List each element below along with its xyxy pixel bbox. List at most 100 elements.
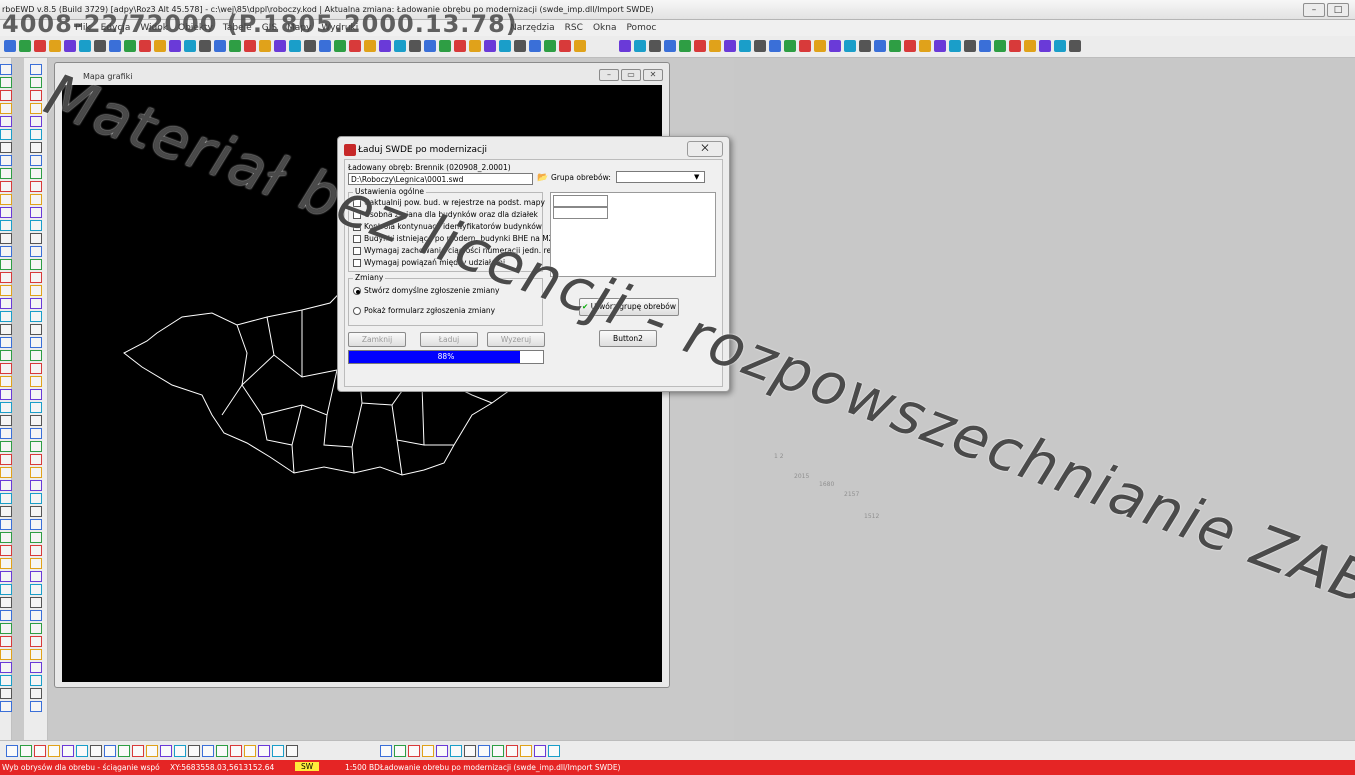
file-path-input[interactable]: D:\Roboczy\Legnica\0001.swd	[348, 173, 533, 185]
side-tool-icon[interactable]	[0, 103, 12, 114]
checkbox-row-2[interactable]: Kontrola kontynuacji identyfikatorów bud…	[353, 222, 542, 231]
toolbar-tool-icon[interactable]	[34, 40, 46, 52]
side-tool-icon[interactable]	[0, 675, 12, 686]
side-tool-icon[interactable]	[30, 272, 42, 283]
side-tool-icon[interactable]	[30, 610, 42, 621]
bottom-tool-icon[interactable]	[34, 745, 46, 757]
toolbar-tool-icon[interactable]	[109, 40, 121, 52]
bottom-tool-icon[interactable]	[450, 745, 462, 757]
toolbar-tool-icon[interactable]	[19, 40, 31, 52]
checkbox-row-0[interactable]: Uaktualnij pow. bud. w rejestrze na pods…	[353, 198, 545, 207]
toolbar-tool-icon[interactable]	[4, 40, 16, 52]
side-tool-icon[interactable]	[30, 480, 42, 491]
side-tool-icon[interactable]	[0, 597, 12, 608]
bottom-tool-icon[interactable]	[62, 745, 74, 757]
side-tool-icon[interactable]	[0, 480, 12, 491]
radio-show-form[interactable]: Pokaż formularz zgłoszenia zmiany	[353, 306, 495, 315]
toolbar-tool-icon[interactable]	[664, 40, 676, 52]
side-tool-icon[interactable]	[0, 558, 12, 569]
checkbox-row-5[interactable]: Wymagaj powiązań między udziałami	[353, 258, 505, 267]
close-button[interactable]: Zamknij	[348, 332, 406, 347]
side-tool-icon[interactable]	[30, 376, 42, 387]
right-map-area[interactable]: 1 2 2015 1680 2157 1512	[734, 58, 1355, 740]
toolbar-tool-icon[interactable]	[784, 40, 796, 52]
toolbar-tool-icon[interactable]	[454, 40, 466, 52]
bottom-tool-icon[interactable]	[478, 745, 490, 757]
load-button[interactable]: Ładuj	[420, 332, 478, 347]
side-tool-icon[interactable]	[30, 233, 42, 244]
bottom-tool-icon[interactable]	[6, 745, 18, 757]
toolbar-tool-icon[interactable]	[574, 40, 586, 52]
bottom-tool-icon[interactable]	[286, 745, 298, 757]
side-tool-icon[interactable]	[0, 376, 12, 387]
side-tool-icon[interactable]	[30, 467, 42, 478]
toolbar-tool-icon[interactable]	[334, 40, 346, 52]
side-tool-icon[interactable]	[30, 428, 42, 439]
toolbar-tool-icon[interactable]	[739, 40, 751, 52]
toolbar-tool-icon[interactable]	[814, 40, 826, 52]
toolbar-tool-icon[interactable]	[319, 40, 331, 52]
toolbar-tool-icon[interactable]	[439, 40, 451, 52]
bottom-tool-icon[interactable]	[506, 745, 518, 757]
side-tool-icon[interactable]	[0, 415, 12, 426]
bottom-tool-icon[interactable]	[394, 745, 406, 757]
side-tool-icon[interactable]	[0, 168, 12, 179]
side-tool-icon[interactable]	[30, 194, 42, 205]
side-tool-icon[interactable]	[30, 155, 42, 166]
side-tool-icon[interactable]	[30, 363, 42, 374]
bottom-tool-icon[interactable]	[174, 745, 186, 757]
toolbar-tool-icon[interactable]	[679, 40, 691, 52]
side-tool-icon[interactable]	[0, 311, 12, 322]
toolbar-tool-icon[interactable]	[799, 40, 811, 52]
minimize-button[interactable]: –	[1303, 3, 1325, 17]
checkbox-row-4[interactable]: Wymagaj zachowania ciągłości numeracji j…	[353, 246, 556, 255]
toolbar-tool-icon[interactable]	[214, 40, 226, 52]
toolbar-tool-icon[interactable]	[124, 40, 136, 52]
side-tool-icon[interactable]	[0, 129, 12, 140]
side-tool-icon[interactable]	[0, 506, 12, 517]
side-tool-icon[interactable]	[30, 649, 42, 660]
side-tool-icon[interactable]	[30, 103, 42, 114]
toolbar-tool-icon[interactable]	[184, 40, 196, 52]
map-restore-button[interactable]: ▭	[621, 69, 641, 81]
side-tool-icon[interactable]	[30, 311, 42, 322]
side-tool-icon[interactable]	[0, 519, 12, 530]
side-tool-icon[interactable]	[30, 441, 42, 452]
side-tool-icon[interactable]	[30, 77, 42, 88]
toolbar-tool-icon[interactable]	[154, 40, 166, 52]
side-tool-icon[interactable]	[0, 246, 12, 257]
side-tool-icon[interactable]	[0, 194, 12, 205]
side-tool-icon[interactable]	[30, 402, 42, 413]
side-tool-icon[interactable]	[0, 571, 12, 582]
bottom-tool-icon[interactable]	[520, 745, 532, 757]
checkbox-row-1[interactable]: Osobna zmiana dla budynków oraz dla dzia…	[353, 210, 538, 219]
toolbar-tool-icon[interactable]	[379, 40, 391, 52]
side-tool-icon[interactable]	[30, 662, 42, 673]
side-tool-icon[interactable]	[30, 623, 42, 634]
side-tool-icon[interactable]	[0, 233, 12, 244]
side-tool-icon[interactable]	[30, 350, 42, 361]
side-tool-icon[interactable]	[0, 493, 12, 504]
map-minimize-button[interactable]: –	[599, 69, 619, 81]
side-tool-icon[interactable]	[30, 324, 42, 335]
bottom-tool-icon[interactable]	[534, 745, 546, 757]
toolbar-tool-icon[interactable]	[709, 40, 721, 52]
toolbar-tool-icon[interactable]	[829, 40, 841, 52]
side-tool-icon[interactable]	[30, 389, 42, 400]
toolbar-tool-icon[interactable]	[49, 40, 61, 52]
side-tool-icon[interactable]	[0, 532, 12, 543]
toolbar-tool-icon[interactable]	[934, 40, 946, 52]
toolbar-tool-icon[interactable]	[844, 40, 856, 52]
side-tool-icon[interactable]	[30, 701, 42, 712]
side-tool-icon[interactable]	[30, 454, 42, 465]
bottom-tool-icon[interactable]	[258, 745, 270, 757]
side-tool-icon[interactable]	[0, 181, 12, 192]
side-tool-icon[interactable]	[30, 545, 42, 556]
toolbar-tool-icon[interactable]	[619, 40, 631, 52]
side-tool-icon[interactable]	[0, 649, 12, 660]
menu-item-okna[interactable]: Okna	[588, 21, 622, 35]
side-tool-icon[interactable]	[30, 168, 42, 179]
toolbar-tool-icon[interactable]	[139, 40, 151, 52]
side-tool-icon[interactable]	[0, 584, 12, 595]
side-tool-icon[interactable]	[30, 558, 42, 569]
